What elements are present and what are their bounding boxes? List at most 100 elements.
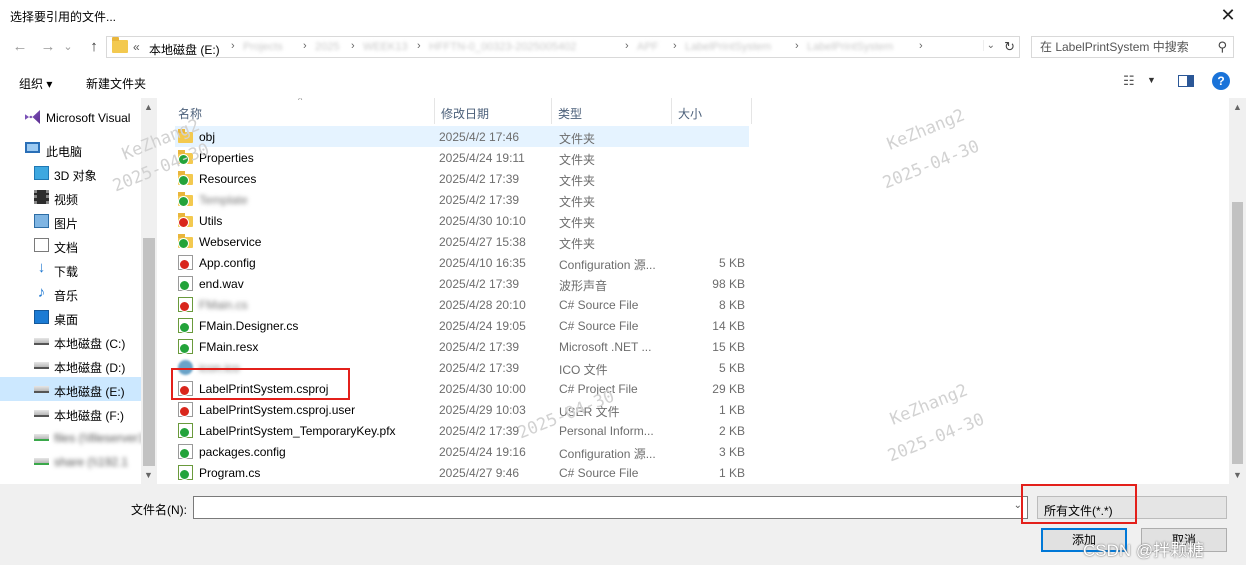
file-date: 2025/4/10 16:35 — [439, 256, 526, 270]
file-row[interactable]: FMain.Designer.cs 2025/4/24 19:05 C# Sou… — [175, 315, 749, 336]
sidebar-item-drive-c[interactable]: 本地磁盘 (C:) — [0, 329, 141, 353]
file-row[interactable]: Utils 2025/4/30 10:10 文件夹 — [175, 210, 749, 231]
forward-arrow-icon[interactable]: → — [38, 37, 58, 57]
file-size: 1 KB — [718, 466, 745, 480]
chevron-right-icon[interactable]: › — [625, 40, 629, 52]
file-row[interactable]: Webservice 2025/4/27 15:38 文件夹 — [175, 231, 749, 252]
file-row[interactable]: LabelPrintSystem_TemporaryKey.pfx 2025/4… — [175, 420, 749, 441]
chevron-right-icon[interactable]: › — [673, 40, 677, 52]
new-folder-button[interactable]: 新建文件夹 — [86, 75, 146, 92]
file-size: 5 KB — [718, 256, 745, 270]
window-title: 选择要引用的文件... — [10, 10, 117, 24]
chevron-right-icon[interactable]: › — [919, 40, 923, 52]
file-type: Configuration 源... — [559, 447, 656, 461]
sidebar-item-pictures[interactable]: 图片 — [0, 209, 141, 233]
breadcrumb-item[interactable]: HFFTN-0_00323-2025005402 — [429, 41, 576, 53]
file-type: Configuration 源... — [559, 258, 656, 272]
column-header-type[interactable]: 类型 — [552, 98, 672, 124]
file-date: 2025/4/2 17:39 — [439, 340, 520, 354]
file-row[interactable]: packages.config 2025/4/24 19:16 Configur… — [175, 441, 749, 462]
scroll-down-icon[interactable]: ▼ — [144, 470, 153, 480]
sidebar-item-drive-d[interactable]: 本地磁盘 (D:) — [0, 353, 141, 377]
file-date: 2025/4/30 10:10 — [439, 214, 526, 228]
file-type: 文件夹 — [559, 216, 596, 230]
file-type: C# Source File — [559, 466, 639, 480]
sidebar-item-network-drive[interactable]: share (\\192.1 — [0, 449, 141, 473]
file-row[interactable]: Program.cs 2025/4/27 9:46 C# Source File… — [175, 462, 749, 483]
sidebar-item-visual-studio[interactable]: Microsoft Visual — [0, 105, 141, 129]
search-box[interactable]: ⚲ — [1031, 36, 1234, 58]
back-arrow-icon[interactable]: ← — [10, 37, 30, 57]
file-row[interactable]: Template 2025/4/2 17:39 文件夹 — [175, 189, 749, 210]
scroll-up-icon[interactable]: ▲ — [1233, 102, 1242, 112]
folder-icon — [178, 213, 193, 228]
file-row[interactable]: Resources 2025/4/2 17:39 文件夹 — [175, 168, 749, 189]
scroll-up-icon[interactable]: ▲ — [144, 102, 153, 112]
breadcrumb-item[interactable]: APF — [637, 41, 658, 53]
up-arrow-icon[interactable]: ↑ — [84, 37, 104, 57]
file-list-scrollbar[interactable]: ▲ ▼ — [1229, 98, 1246, 484]
sidebar-item-drive-e[interactable]: 本地磁盘 (E:) — [0, 377, 141, 401]
close-icon[interactable]: ✕ — [1216, 3, 1240, 27]
file-name: FMain.resx — [199, 340, 259, 354]
sidebar-item-music[interactable]: ♪ 音乐 — [0, 281, 141, 305]
search-input[interactable] — [1040, 40, 1210, 54]
file-date: 2025/4/28 20:10 — [439, 298, 526, 312]
breadcrumb-item[interactable]: WEEK13 — [363, 41, 408, 53]
documents-icon — [34, 238, 49, 252]
folder-icon — [178, 234, 193, 249]
file-row[interactable]: FMain.resx 2025/4/2 17:39 Microsoft .NET… — [175, 336, 749, 357]
preview-pane-icon[interactable] — [1178, 75, 1194, 87]
chevron-down-icon[interactable]: ⌄ — [982, 40, 995, 51]
drive-icon — [34, 410, 49, 417]
sidebar-item-label: 音乐 — [54, 289, 79, 303]
file-type: C# Source File — [559, 298, 639, 312]
chevron-right-icon[interactable]: › — [417, 40, 421, 52]
chevron-right-icon[interactable]: › — [795, 40, 799, 52]
organize-menu-button[interactable]: 组织 ▾ — [19, 75, 52, 92]
scroll-down-icon[interactable]: ▼ — [1233, 470, 1242, 480]
address-bar[interactable]: « 本地磁盘 (E:) › Projects › 2025 › WEEK13 ›… — [106, 36, 1020, 58]
filename-input[interactable] — [194, 497, 994, 517]
filename-combo[interactable]: ⌄ — [193, 496, 1028, 519]
column-header-date[interactable]: 修改日期 — [435, 98, 552, 124]
breadcrumb-root[interactable]: 本地磁盘 (E:) — [149, 41, 220, 58]
file-size: 8 KB — [718, 298, 745, 312]
column-header-name[interactable]: 名称 — [172, 98, 435, 124]
breadcrumb-item[interactable]: LabelPrintSystem — [685, 41, 771, 53]
column-header-size[interactable]: 大小 — [672, 98, 752, 124]
chevron-right-icon[interactable]: › — [303, 40, 307, 52]
view-options-icon[interactable]: ☷ — [1123, 73, 1135, 89]
breadcrumb-overflow[interactable]: « — [133, 40, 140, 54]
file-name: Template — [199, 193, 248, 207]
recent-locations-icon[interactable]: ⌄ — [58, 37, 78, 57]
file-row[interactable]: LabelPrintSystem.csproj.user 2025/4/29 1… — [175, 399, 749, 420]
chevron-right-icon[interactable]: › — [351, 40, 355, 52]
drive-icon — [34, 338, 49, 345]
resx-file-icon — [178, 339, 193, 354]
sidebar-item-desktop[interactable]: 桌面 — [0, 305, 141, 329]
file-row[interactable]: obj 2025/4/2 17:46 文件夹 — [175, 126, 749, 147]
column-header-label: 修改日期 — [441, 107, 490, 121]
search-icon[interactable]: ⚲ — [1217, 39, 1227, 55]
file-row[interactable]: Properties 2025/4/24 19:11 文件夹 — [175, 147, 749, 168]
scrollbar-thumb[interactable] — [143, 238, 155, 466]
sidebar-item-documents[interactable]: 文档 — [0, 233, 141, 257]
sidebar-item-downloads[interactable]: ↓ 下载 — [0, 257, 141, 281]
file-row[interactable]: App.config 2025/4/10 16:35 Configuration… — [175, 252, 749, 273]
chevron-right-icon[interactable]: › — [231, 40, 235, 52]
view-dropdown-icon[interactable]: ▼ — [1147, 75, 1156, 85]
help-icon[interactable]: ? — [1212, 72, 1230, 90]
breadcrumb-item[interactable]: Projects — [243, 41, 283, 53]
refresh-icon[interactable]: ↻ — [1004, 39, 1015, 55]
breadcrumb-item[interactable]: 2025 — [315, 41, 339, 53]
folder-icon — [178, 171, 193, 186]
network-drive-icon — [34, 458, 49, 465]
breadcrumb-item[interactable]: LabelPrintSystem — [807, 41, 893, 53]
file-row[interactable]: end.wav 2025/4/2 17:39 波形声音 98 KB — [175, 273, 749, 294]
sidebar-item-network-drive[interactable]: files (\\fileserver1 — [0, 425, 145, 449]
sidebar-item-drive-f[interactable]: 本地磁盘 (F:) — [0, 401, 141, 425]
file-row[interactable]: FMain.cs 2025/4/28 20:10 C# Source File … — [175, 294, 749, 315]
scrollbar-thumb[interactable] — [1232, 202, 1243, 464]
highlight-box-filter — [1021, 484, 1137, 524]
